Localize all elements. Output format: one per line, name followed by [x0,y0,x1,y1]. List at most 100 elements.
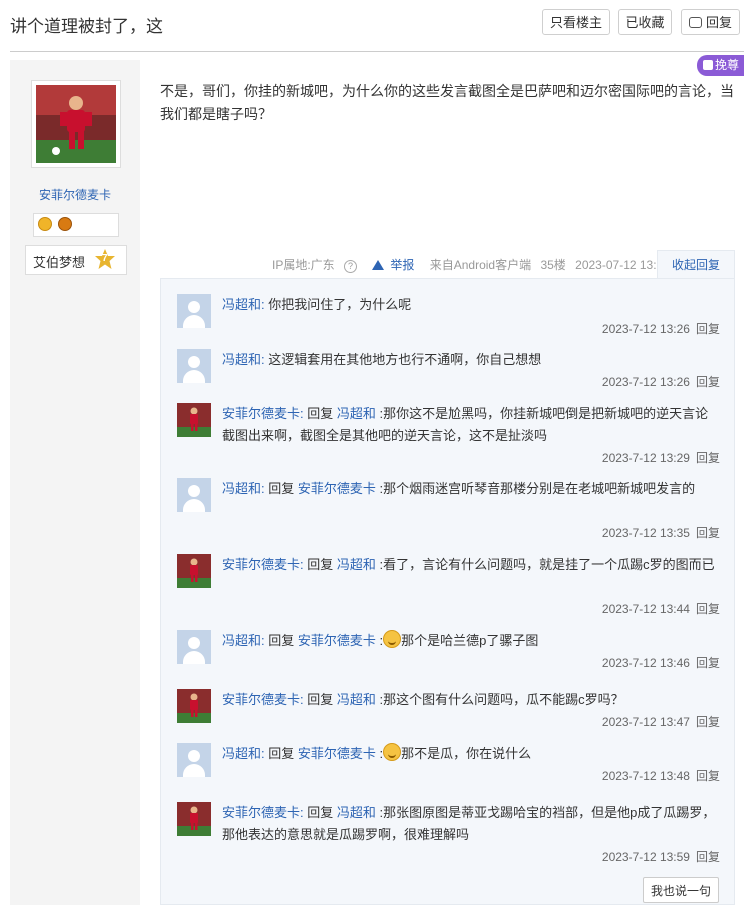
reply-link[interactable]: 回复 [696,451,720,465]
reply-username[interactable]: 冯超和: [222,633,265,648]
reply-body: 这逻辑套用在其他地方也行不通啊，你自己想想 [268,352,542,367]
ip-location: IP属地:广东 ? [272,258,363,273]
reply-verb: 回复 [307,692,337,707]
comment-icon [688,17,702,28]
reply-text: 冯超和: 回复 安菲尔德麦卡 : 那不是瓜，你在说什么 [222,743,719,765]
reply-username[interactable]: 安菲尔德麦卡: [222,692,304,707]
favorited-button[interactable]: 已收藏 [618,9,672,35]
reply-text: 安菲尔德麦卡: 回复 冯超和 :那你这不是尬黑吗，你挂新城吧倒是把新城吧的逆天言… [222,403,719,447]
only-op-button[interactable]: 只看楼主 [542,9,610,35]
reply-body: 你把我问住了，为什么呢 [268,297,412,312]
reply-avatar[interactable] [177,478,211,512]
reply-username[interactable]: 冯超和: [222,746,265,761]
post-time: 2023-07-12 13:23 [575,258,670,272]
reply-avatar[interactable] [177,802,211,836]
header-divider [10,51,744,52]
post-meta: IP属地:广东 ? 举报 来自Android客户端 35楼 2023-07-12… [272,256,676,273]
reply-link[interactable]: 回复 [696,375,720,389]
reply-username[interactable]: 安菲尔德麦卡: [222,406,304,421]
reply-avatar[interactable] [177,349,211,383]
emoji-icon [383,630,402,648]
reply-target-username[interactable]: 安菲尔德麦卡 [298,746,376,761]
post-client: 来自Android客户端 [429,258,532,272]
post-floor: 35楼 [540,258,566,272]
bravo-button[interactable]: 挽尊 [697,55,744,76]
reply-link[interactable]: 回复 [696,656,720,670]
reply-time: 2023-7-12 13:47 [601,715,690,729]
thread-header: 讲个道理被封了，这 只看楼主 已收藏 回复 [0,0,744,48]
reply-link[interactable]: 回复 [696,322,720,336]
reply-avatar[interactable] [177,403,211,437]
level-number: 7 [102,253,108,264]
reply-avatar[interactable] [177,294,211,328]
reply-link[interactable]: 回复 [696,850,720,864]
reply-text: 安菲尔德麦卡: 回复 冯超和 :那这个图有什么问题吗，瓜不能踢c罗吗？ [222,689,719,711]
reply-time-row: 2023-7-12 13:29 回复 [602,449,720,466]
reply-body: :那个烟雨迷宫听琴音那楼分别是在老城吧新城吧发言的 [379,481,696,496]
reply-text: 冯超和: 回复 安菲尔德麦卡 :那个烟雨迷宫听琴音那楼分别是在老城吧新城吧发言的 [222,478,719,500]
reply-time: 2023-7-12 13:29 [601,451,690,465]
reply-link[interactable]: 回复 [696,769,720,783]
reply-time: 2023-7-12 13:48 [601,769,690,783]
reply-username[interactable]: 安菲尔德麦卡: [222,805,304,820]
reply-time-row: 2023-7-12 13:59 回复 [602,848,720,865]
badge-row [33,213,119,237]
reply-text: 安菲尔德麦卡: 回复 冯超和 :看了，言论有什么问题吗，就是挂了一个瓜踢c罗的图… [222,554,719,576]
thread-title: 讲个道理被封了，这 [10,17,163,36]
author-username[interactable]: 安菲尔德麦卡 [0,186,150,203]
reply-verb: 回复 [307,406,337,421]
reply-link[interactable]: 回复 [696,715,720,729]
author-avatar[interactable] [31,80,121,168]
reply-username[interactable]: 安菲尔德麦卡: [222,557,304,572]
reply-button[interactable]: 回复 [681,9,740,35]
reply-time: 2023-7-12 13:44 [601,602,690,616]
reply-time: 2023-7-12 13:26 [601,322,690,336]
me-too-button[interactable]: 我也说一句 [643,877,719,903]
level-name: 艾伯梦想 [33,255,86,270]
reply-target-username[interactable]: 冯超和 [337,692,376,707]
collapse-replies-button[interactable]: 收起回复 [657,250,735,278]
hand-icon [703,60,713,70]
avatar-image [36,85,116,163]
reply-text: 安菲尔德麦卡: 回复 冯超和 :那张图原图是蒂亚戈踢哈宝的裆部，但是他p成了瓜踢… [222,802,719,846]
warning-icon [372,260,385,270]
reply-list: 冯超和: 你把我问住了，为什么呢 2023-7-12 13:26 回复 冯超和: 这逻… [160,278,735,905]
reply-username[interactable]: 冯超和: [222,481,265,496]
reply-target-username[interactable]: 冯超和 [337,557,376,572]
help-icon[interactable]: ? [344,260,358,273]
badge-icon[interactable] [38,217,52,231]
reply-target-username[interactable]: 安菲尔德麦卡 [298,633,376,648]
reply-body: :那这个图有什么问题吗，瓜不能踢c罗吗？ [379,692,624,707]
reply-target-username[interactable]: 冯超和 [337,805,376,820]
reply-verb: 回复 [268,633,298,648]
level-box[interactable]: 艾伯梦想 7 [25,245,127,275]
reply-avatar[interactable] [177,554,211,588]
reply-body: 那不是瓜，你在说什么 [401,746,532,761]
reply-text: 冯超和: 你把我问住了，为什么呢 [222,294,719,316]
reply-text: 冯超和: 回复 安菲尔德麦卡 : 那个是哈兰德p了骡子图 [222,630,719,652]
reply-body: :看了，言论有什么问题吗，就是挂了一个瓜踢c罗的图而已 [379,557,715,572]
reply-text: 冯超和: 这逻辑套用在其他地方也行不通啊，你自己想想 [222,349,719,371]
reply-username[interactable]: 冯超和: [222,352,265,367]
reply-avatar[interactable] [177,689,211,723]
reply-target-username[interactable]: 冯超和 [337,406,376,421]
reply-avatar[interactable] [177,743,211,777]
reply-verb: 回复 [307,805,337,820]
reply-body: 那个是哈兰德p了骡子图 [401,633,539,648]
reply-time-row: 2023-7-12 13:48 回复 [602,767,720,784]
reply-link[interactable]: 回复 [696,602,720,616]
reply-target-username[interactable]: 安菲尔德麦卡 [298,481,376,496]
reply-time-row: 2023-7-12 13:46 回复 [602,654,720,671]
badge-icon[interactable] [58,217,72,231]
reply-username[interactable]: 冯超和: [222,297,265,312]
reply-time-row: 2023-7-12 13:26 回复 [602,320,720,337]
reply-link[interactable]: 回复 [696,526,720,540]
reply-time: 2023-7-12 13:26 [601,375,690,389]
reply-avatar[interactable] [177,630,211,664]
reply-verb: 回复 [307,557,337,572]
reply-time: 2023-7-12 13:35 [601,526,690,540]
post-content: 不是，哥们，你挂的新城吧，为什么你的这些发言截图全是巴萨吧和迈尔密国际吧的言论，… [160,83,734,122]
report-link[interactable]: 举报 [372,258,420,272]
reply-time-row: 2023-7-12 13:44 回复 [602,600,720,617]
reply-verb: 回复 [268,481,298,496]
